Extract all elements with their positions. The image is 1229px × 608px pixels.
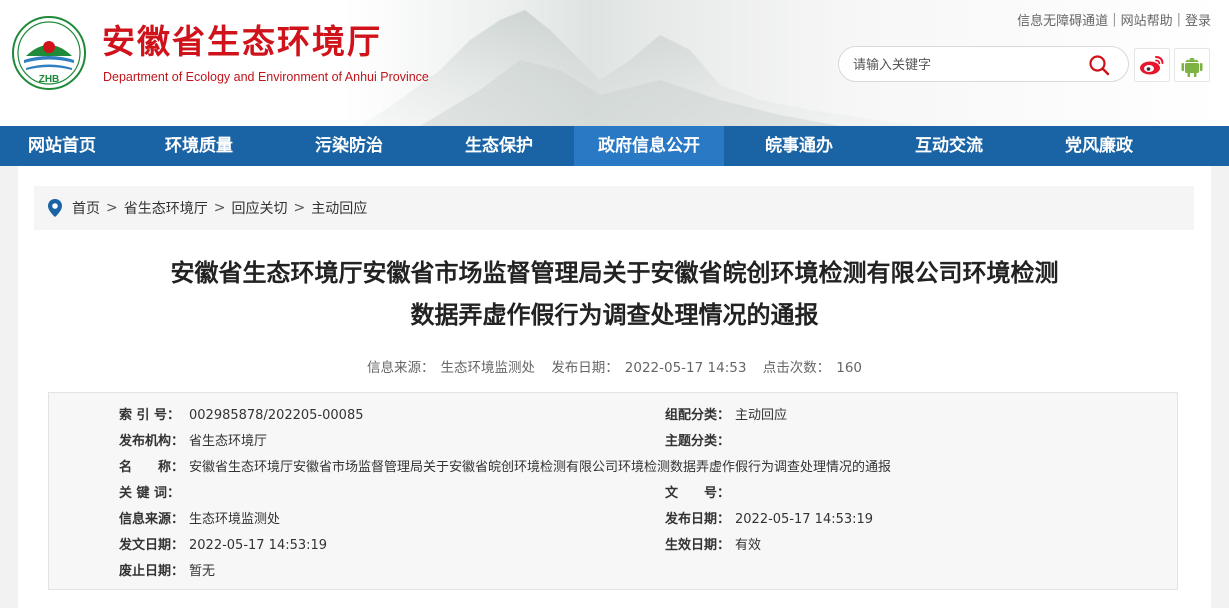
meta-views-label: 点击次数： [762, 360, 831, 376]
weibo-button[interactable] [1134, 48, 1170, 82]
index-label: 索 引 号： [119, 408, 181, 423]
weibo-icon [1140, 56, 1164, 75]
nav-item-gov-info[interactable]: 政府信息公开 [574, 126, 724, 166]
location-pin-icon [48, 199, 62, 217]
name-value: 安徽省生态环境厅安徽省市场监督管理局关于安徽省皖创环境检测有限公司环境检测数据弄… [189, 460, 892, 475]
breadcrumb-department[interactable]: 省生态环境厅 [124, 198, 208, 218]
search-box [838, 46, 1129, 82]
keywords-label: 关 键 词： [119, 486, 181, 501]
nav-item-home[interactable]: 网站首页 [0, 126, 124, 166]
meta-source-value: 生态环境监测处 [440, 360, 535, 376]
publisher-label: 发布机构： [119, 434, 185, 449]
nav-item-services[interactable]: 皖事通办 [724, 126, 874, 166]
nav-item-party[interactable]: 党风廉政 [1024, 126, 1174, 166]
breadcrumb-home[interactable]: 首页 [72, 198, 100, 218]
info-row: 发布机构： 省生态环境厅 主题分类： [49, 429, 1179, 455]
info-row: 索 引 号： 002985878/202205-00085 组配分类： 主动回应 [49, 403, 1179, 429]
main-content: 首页 > 省生态环境厅 > 回应关切 > 主动回应 安徽省生态环境厅安徽省市场监… [18, 166, 1211, 608]
divider: | [1176, 12, 1181, 27]
info-source-value: 生态环境监测处 [189, 512, 281, 527]
nav-item-interaction[interactable]: 互动交流 [874, 126, 1024, 166]
android-app-button[interactable] [1174, 48, 1210, 82]
site-header: ZHB 安徽省生态环境厅 Department of Ecology and E… [0, 0, 1229, 126]
help-link[interactable]: 网站帮助 [1121, 10, 1173, 29]
issuedate-label: 发文日期： [119, 538, 185, 553]
pubdate-value: 2022-05-17 14:53:19 [735, 512, 874, 527]
breadcrumb-separator: > [293, 200, 306, 216]
search-input[interactable] [853, 55, 1073, 75]
login-link[interactable]: 登录 [1185, 10, 1211, 29]
divider: | [1112, 12, 1117, 27]
article-title-line-2: 数据弄虚作假行为调查处理情况的通报 [410, 301, 819, 329]
search-icon[interactable] [1087, 53, 1111, 77]
category-label: 组配分类： [665, 408, 731, 423]
meta-date: 发布日期： 2022-05-17 14:53 [548, 360, 749, 376]
meta-source: 信息来源： 生态环境监测处 [364, 360, 538, 376]
mountain-backdrop-image [360, 10, 920, 126]
logo-letters: ZHB [39, 74, 60, 85]
breadcrumb: 首页 > 省生态环境厅 > 回应关切 > 主动回应 [34, 186, 1194, 230]
issuedate-value: 2022-05-17 14:53:19 [189, 538, 328, 553]
accessibility-link[interactable]: 信息无障碍通道 [1017, 10, 1108, 29]
article-title-line-1: 安徽省生态环境厅安徽省市场监督管理局关于安徽省皖创环境检测有限公司环境检测 [170, 259, 1059, 287]
meta-source-label: 信息来源： [366, 360, 435, 376]
pubdate-label: 发布日期： [665, 512, 731, 527]
expiry-value: 暂无 [189, 564, 216, 579]
info-row: 关 键 词： 文 号： [49, 481, 1179, 507]
topic-label: 主题分类： [665, 434, 731, 449]
info-row: 废止日期： 暂无 [49, 559, 1179, 585]
meta-date-label: 发布日期： [551, 360, 619, 376]
nav-item-pollution-control[interactable]: 污染防治 [274, 126, 424, 166]
android-icon [1181, 58, 1203, 77]
info-row: 信息来源： 生态环境监测处 发布日期： 2022-05-17 14:53:19 [49, 507, 1179, 533]
document-info-table: 索 引 号： 002985878/202205-00085 组配分类： 主动回应… [48, 392, 1178, 590]
breadcrumb-separator: > [106, 200, 118, 216]
breadcrumb-concerns[interactable]: 回应关切 [231, 198, 287, 218]
article-title: 安徽省生态环境厅安徽省市场监督管理局关于安徽省皖创环境检测有限公司环境检测 数据… [48, 252, 1181, 336]
expiry-label: 废止日期： [119, 564, 185, 579]
name-label: 名 称： [119, 460, 185, 475]
info-row: 发文日期： 2022-05-17 14:53:19 生效日期： 有效 [49, 533, 1179, 559]
article-meta: 信息来源： 生态环境监测处 发布日期： 2022-05-17 14:53 点击次数：… [18, 356, 1211, 376]
meta-date-value: 2022-05-17 14:53 [624, 360, 747, 376]
top-links: 信息无障碍通道 | 网站帮助 | 登录 [1017, 10, 1211, 29]
breadcrumb-active-response[interactable]: 主动回应 [311, 198, 367, 218]
main-nav: 网站首页 环境质量 污染防治 生态保护 政府信息公开 皖事通办 互动交流 党风廉… [0, 126, 1229, 166]
nav-item-ecology-protection[interactable]: 生态保护 [424, 126, 574, 166]
publisher-value: 省生态环境厅 [189, 434, 268, 449]
effective-label: 生效日期： [665, 538, 731, 553]
category-value: 主动回应 [735, 408, 788, 423]
info-source-label: 信息来源： [119, 512, 185, 527]
info-row: 名 称： 安徽省生态环境厅安徽省市场监督管理局关于安徽省皖创环境检测有限公司环境… [49, 455, 1179, 481]
index-value: 002985878/202205-00085 [189, 408, 364, 423]
site-title[interactable]: 安徽省生态环境厅 [102, 22, 382, 62]
breadcrumb-separator: > [213, 200, 226, 216]
site-subtitle: Department of Ecology and Environment of… [103, 70, 429, 84]
zhb-logo-icon[interactable]: ZHB [12, 16, 86, 90]
meta-views: 点击次数： 160 [760, 360, 865, 376]
docno-label: 文 号： [665, 486, 731, 501]
effective-value: 有效 [735, 538, 762, 553]
meta-views-value: 160 [836, 360, 863, 376]
nav-item-environment-quality[interactable]: 环境质量 [124, 126, 274, 166]
